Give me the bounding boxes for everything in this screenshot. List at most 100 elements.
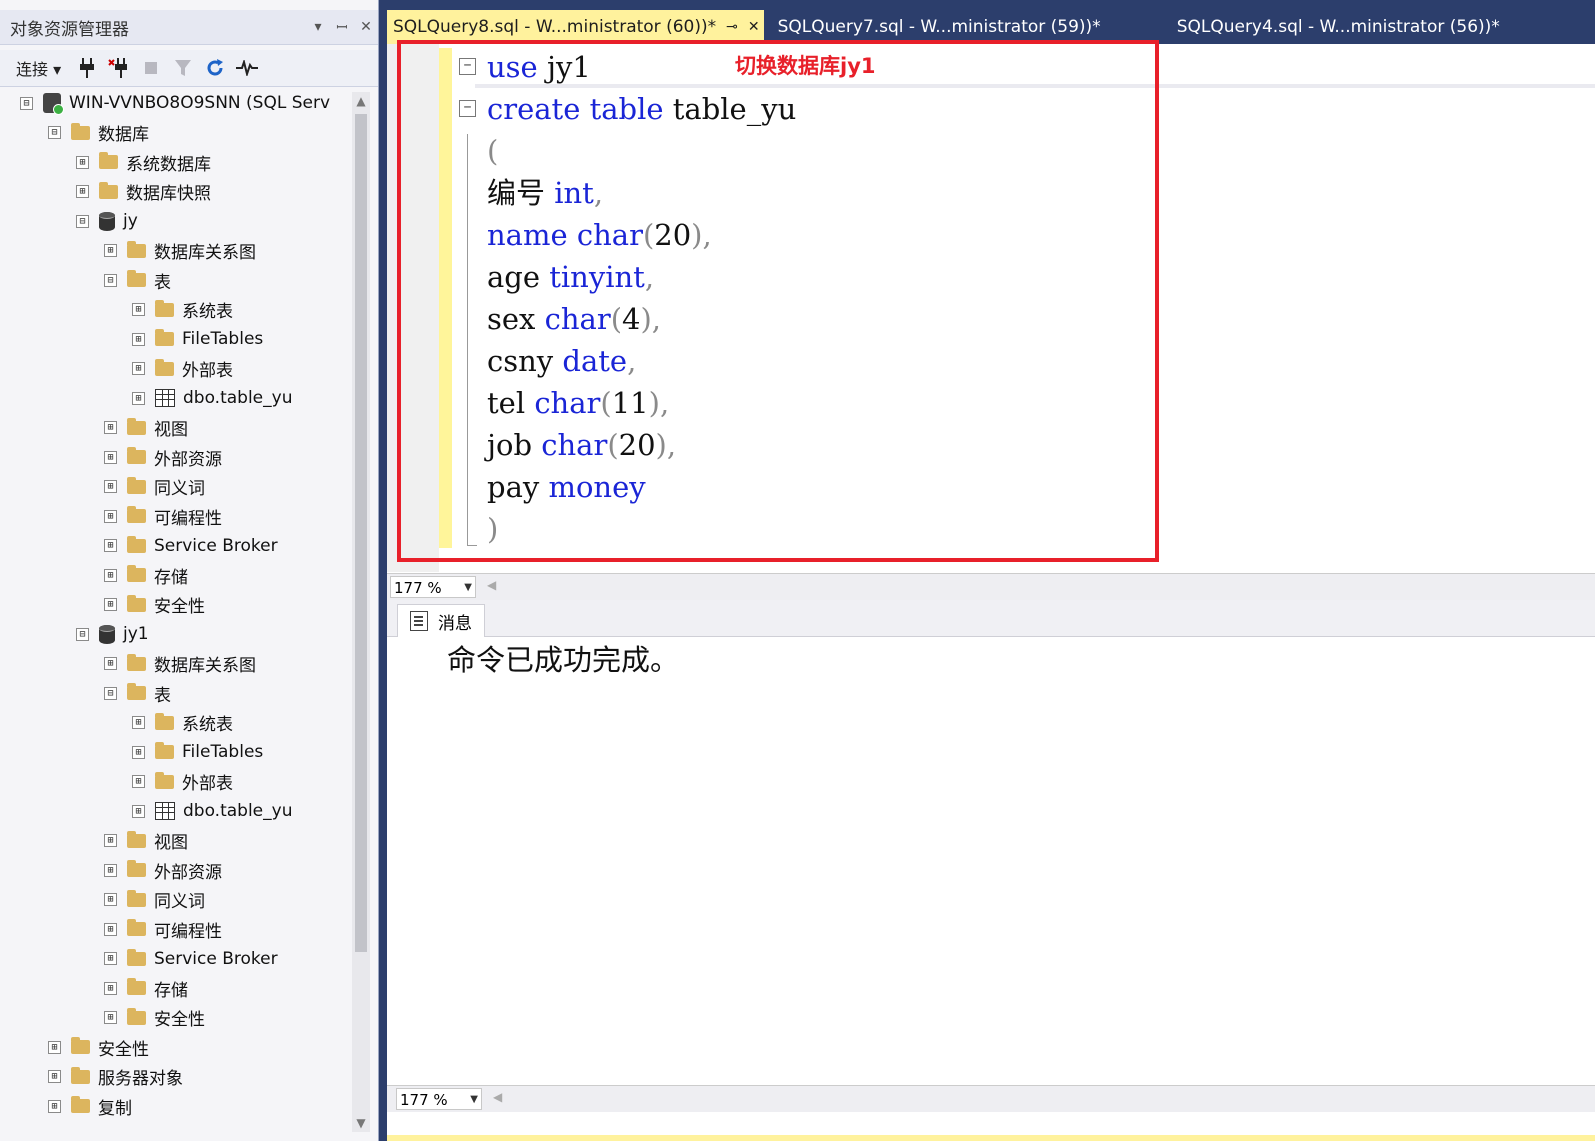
tab-sqlquery8[interactable]: SQLQuery8.sql - W...ministrator (60))* ⊸… [387,10,764,44]
expand-icon[interactable]: ⊞ [104,568,117,582]
disconnect-icon[interactable] [103,54,135,82]
expand-icon[interactable]: ⊞ [132,804,145,818]
expand-icon[interactable]: ⊞ [104,981,117,995]
scroll-left-icon[interactable]: ◀ [487,578,496,592]
tree-node[interactable]: ⊞ dbo.table_yu [132,797,292,825]
chevron-down-icon[interactable]: ▼ [464,577,472,599]
panel-splitter[interactable] [379,0,387,1141]
tree-node[interactable]: ⊞ 存储 [104,561,188,589]
expand-icon[interactable]: ⊞ [104,834,117,847]
expand-icon[interactable]: ⊞ [104,952,117,965]
tree-node[interactable]: ⊞ 数据库关系图 [104,650,256,678]
tree-node[interactable]: ⊟ jy1 [76,620,149,648]
expand-icon[interactable]: ⊞ [132,362,145,375]
close-icon[interactable]: ✕ [748,19,760,35]
tree-node[interactable]: ⊞ 外部资源 [104,443,222,471]
expand-icon[interactable]: ⊞ [132,391,145,405]
expand-icon[interactable]: ⊞ [132,775,145,788]
tree-node[interactable]: ⊞ 存储 [104,974,188,1002]
tree-node[interactable]: ⊞ 视图 [104,414,188,442]
chevron-down-icon[interactable]: ▼ [470,1089,478,1111]
folder-icon [155,742,174,759]
expand-icon[interactable]: ⊞ [104,922,117,936]
expand-icon[interactable]: ⊞ [132,303,145,316]
tree-node[interactable]: ⊞ FileTables [132,738,263,766]
expand-icon[interactable]: ⊞ [104,863,117,877]
chevron-down-icon[interactable]: ▾ [306,19,330,35]
collapse-icon[interactable]: ⊟ [104,686,117,700]
refresh-icon[interactable] [199,54,231,82]
tree-node[interactable]: ⊞ 外部资源 [104,856,222,884]
tree-node[interactable]: ⊞ Service Broker [104,532,278,560]
results-zoom-select[interactable]: 177 % ▼ [396,1088,482,1110]
tab-sqlquery7[interactable]: SQLQuery7.sql - W...ministrator (59))* [772,10,1107,44]
collapse-icon[interactable]: ⊟ [76,214,89,228]
expand-icon[interactable]: ⊞ [104,244,117,257]
tree-node[interactable]: ⊞ FileTables [132,325,263,353]
tree-node[interactable]: ⊞ 安全性 [48,1033,149,1061]
collapse-icon[interactable]: ⊟ [48,126,61,139]
tab-messages[interactable]: 消息 [397,604,485,637]
expand-icon[interactable]: ⊞ [104,509,117,523]
tree-node[interactable]: ⊞ 数据库快照 [76,178,211,206]
filter-icon[interactable] [167,54,199,82]
tree-node[interactable]: ⊞ 系统表 [132,709,233,737]
scroll-up-icon[interactable]: ▲ [352,94,370,108]
expand-icon[interactable]: ⊞ [132,332,145,346]
scrollbar-thumb[interactable] [355,114,367,952]
expand-icon[interactable]: ⊞ [48,1099,61,1113]
tree-node[interactable]: ⊞ 复制 [48,1092,132,1120]
folder-icon [71,1037,90,1054]
tree-node[interactable]: ⊞ 可编程性 [104,502,222,530]
tree-node-label: 视图 [154,833,188,853]
tree-node[interactable]: ⊞ 数据库关系图 [104,237,256,265]
expand-icon[interactable]: ⊞ [76,155,89,169]
scroll-left-icon[interactable]: ◀ [493,1090,502,1104]
close-icon[interactable]: ✕ [354,19,378,35]
expand-icon[interactable]: ⊞ [104,1011,117,1024]
expand-icon[interactable]: ⊞ [104,598,117,611]
stop-icon[interactable] [135,54,167,82]
editor-zoom-select[interactable]: 177 % ▼ [390,576,476,598]
tree-node[interactable]: ⊞ Service Broker [104,945,278,973]
collapse-icon[interactable]: ⊟ [20,96,33,110]
tab-sqlquery4[interactable]: SQLQuery4.sql - W...ministrator (56))* [1171,10,1506,44]
tree-node[interactable]: ⊟ 表 [104,679,171,707]
tree-node[interactable]: ⊞ 系统表 [132,296,233,324]
tree-node[interactable]: ⊞ 安全性 [104,1004,205,1032]
tree-node[interactable]: ⊟ jy [76,207,138,235]
expand-icon[interactable]: ⊞ [48,1040,61,1054]
expand-icon[interactable]: ⊞ [104,539,117,552]
activity-monitor-icon[interactable] [231,54,263,82]
tree-node[interactable]: ⊟ 数据库 [48,119,149,147]
expand-icon[interactable]: ⊞ [48,1070,61,1083]
tree-node[interactable]: ⊞ 服务器对象 [48,1063,183,1091]
collapse-icon[interactable]: ⊟ [76,627,89,641]
expand-icon[interactable]: ⊞ [132,745,145,759]
expand-icon[interactable]: ⊞ [104,893,117,906]
tree-node[interactable]: ⊞ 可编程性 [104,915,222,943]
pin-icon[interactable]: ⊸ [726,19,738,35]
tree-node[interactable]: ⊞ 外部表 [132,355,233,383]
expand-icon[interactable]: ⊞ [104,421,117,434]
scroll-down-icon[interactable]: ▼ [352,1116,370,1130]
expand-icon[interactable]: ⊞ [76,185,89,198]
tree-node[interactable]: ⊞ 系统数据库 [76,148,211,176]
tree-node[interactable]: ⊟ WIN-VVNBO8O9SNN (SQL Serv [20,89,330,117]
collapse-icon[interactable]: ⊟ [104,273,117,287]
tree-node[interactable]: ⊞ 视图 [104,827,188,855]
expand-icon[interactable]: ⊞ [104,657,117,670]
plug-icon[interactable] [71,54,103,82]
expand-icon[interactable]: ⊞ [104,480,117,493]
tree-node[interactable]: ⊞ 同义词 [104,886,205,914]
expand-icon[interactable]: ⊞ [104,450,117,464]
pin-icon[interactable]: ꟷ [330,18,354,37]
tree-node[interactable]: ⊞ dbo.table_yu [132,384,292,412]
tree-node[interactable]: ⊞ 安全性 [104,591,205,619]
expand-icon[interactable]: ⊞ [132,716,145,729]
tree-node[interactable]: ⊞ 外部表 [132,768,233,796]
tree-node[interactable]: ⊞ 同义词 [104,473,205,501]
object-explorer-scrollbar[interactable]: ▲ ▼ [352,92,370,1132]
tree-node[interactable]: ⊟ 表 [104,266,171,294]
connect-button[interactable]: 连接 ▾ [16,56,61,80]
